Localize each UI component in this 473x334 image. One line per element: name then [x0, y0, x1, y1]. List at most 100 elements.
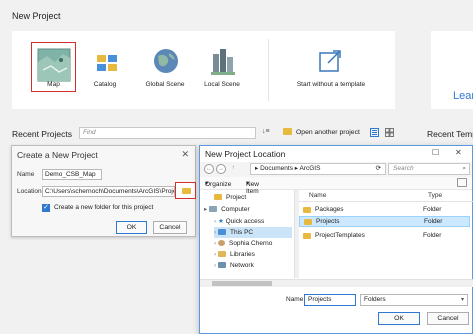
open-another-project-button[interactable]: Open another project — [283, 128, 360, 136]
tree-label: Computer — [221, 206, 250, 213]
template-label: Start without a template — [296, 81, 366, 88]
create-folder-checkbox[interactable]: ✓ — [42, 204, 50, 212]
template-label: Local Scene — [204, 81, 240, 88]
tree-item-network[interactable]: › Network — [214, 260, 254, 271]
refresh-icon[interactable]: ⟳ — [376, 164, 381, 174]
maximize-icon[interactable]: ☐ — [432, 148, 439, 157]
tree-item-user[interactable]: › Sophia Cherno — [214, 238, 272, 249]
list-item[interactable]: Packages Folder — [299, 204, 470, 215]
organize-label: Organize — [205, 181, 232, 188]
tree-item-computer[interactable]: ▸ Computer — [204, 204, 250, 215]
view-options-icon[interactable] — [457, 178, 467, 187]
project-icon — [214, 194, 222, 200]
item-name: Projects — [316, 218, 340, 225]
grid-view-icon[interactable] — [385, 128, 394, 137]
forward-icon[interactable]: → — [216, 164, 226, 174]
tree-label: Libraries — [229, 251, 255, 258]
tree-label: Network — [229, 262, 254, 269]
cancel-button[interactable]: Cancel — [153, 221, 187, 234]
search-icon: ⌕ — [462, 165, 466, 172]
template-label: Global Scene — [145, 81, 185, 88]
folder-icon — [303, 233, 311, 239]
tree-label: Project — [226, 194, 247, 201]
folder-icon — [303, 207, 311, 213]
sort-icon[interactable]: ↓≡ — [262, 128, 270, 135]
toolbar: Organize ▾ New Item ▾ — [200, 177, 472, 195]
project-name-input[interactable]: Demo_CSB_Map — [42, 169, 102, 180]
item-name: ProjectTemplates — [315, 232, 365, 239]
tree-item-this-pc[interactable]: › This PC — [214, 227, 292, 238]
learn-label: Lear — [453, 90, 473, 102]
new-item-menu[interactable]: New Item ▾ — [246, 179, 259, 195]
location-label: Location — [17, 188, 42, 195]
horizontal-scrollbar[interactable] — [200, 279, 473, 287]
library-icon — [217, 251, 226, 257]
create-folder-label: Create a new folder for this project — [54, 204, 154, 211]
ok-button[interactable]: OK — [378, 312, 420, 325]
back-icon[interactable]: ← — [204, 164, 214, 174]
local-scene-template-icon — [211, 49, 235, 75]
tree-item-libraries[interactable]: › Libraries — [214, 249, 255, 260]
breadcrumb-item[interactable]: Documents — [260, 165, 293, 172]
type-dropdown[interactable]: Folders ▾ — [360, 294, 468, 306]
column-type[interactable]: Type — [428, 192, 442, 199]
recent-projects-title: Recent Projects — [12, 129, 72, 139]
column-name[interactable]: Name — [309, 192, 326, 199]
tree-item-project[interactable]: Project — [214, 192, 246, 203]
folder-name-input[interactable]: Projects — [304, 294, 356, 306]
folder-tree: Project ▸ Computer › ★ Quick access › Th… — [200, 190, 294, 278]
template-label: Catalog — [93, 81, 117, 88]
search-placeholder: Search — [393, 165, 414, 172]
template-gallery: Map Catalog Global Scene Local Scene Sta… — [12, 31, 395, 109]
list-item[interactable]: Projects Folder — [299, 216, 470, 227]
recent-templates-title: Recent Temp — [427, 129, 473, 139]
tree-item-quick-access[interactable]: › ★ Quick access — [214, 216, 264, 227]
dialog-title: New Project Location — [205, 149, 286, 159]
catalog-template-icon — [97, 55, 117, 71]
location-input[interactable]: C:\Users\schernoch\Documents\ArcGIS\Proj… — [42, 186, 175, 197]
organize-menu[interactable]: Organize ▾ — [205, 179, 231, 188]
list-header: Name Type — [299, 190, 473, 202]
navigation-bar: ← → ↑ ▸ Documents ▸ ArcGIS ⟳ Search ⌕ — [200, 162, 472, 177]
template-label: Map — [47, 81, 60, 88]
open-another-label: Open another project — [296, 129, 360, 136]
type-value: Folders — [364, 296, 386, 303]
map-template-icon — [37, 48, 71, 82]
star-icon: ★ — [217, 218, 226, 225]
chevron-down-icon: ▾ — [460, 297, 464, 303]
create-project-dialog: Create a New Project ✕ Name Demo_CSB_Map… — [11, 145, 196, 237]
project-location-dialog: New Project Location ☐ ✕ ← → ↑ ▸ Documen… — [199, 145, 473, 334]
start-without-template-icon — [319, 50, 341, 72]
browse-folder-button[interactable] — [175, 182, 196, 199]
item-type: Folder — [424, 218, 443, 225]
search-input[interactable]: Search ⌕ — [388, 163, 470, 175]
tree-label: Quick access — [225, 218, 265, 225]
breadcrumb[interactable]: ▸ Documents ▸ ArcGIS ⟳ — [250, 163, 386, 175]
breadcrumb-item[interactable]: ArcGIS — [299, 165, 320, 172]
up-icon[interactable]: ↑ — [228, 164, 238, 174]
dialog-title: Create a New Project — [17, 150, 98, 160]
folder-icon — [283, 128, 292, 135]
user-icon — [217, 240, 225, 246]
item-name: Packages — [315, 206, 344, 213]
folder-icon — [182, 188, 191, 194]
network-icon — [217, 262, 226, 268]
globe-template-icon — [154, 49, 178, 73]
learn-card[interactable]: Lear — [431, 31, 473, 109]
tree-label: This PC — [229, 229, 254, 236]
scroll-thumb[interactable] — [212, 281, 272, 286]
close-icon[interactable]: ✕ — [455, 148, 462, 157]
list-item[interactable]: ProjectTemplates Folder — [299, 230, 470, 241]
find-input[interactable]: Find — [79, 127, 256, 139]
ok-button[interactable]: OK — [116, 221, 147, 234]
cancel-button[interactable]: Cancel — [427, 312, 469, 325]
close-icon[interactable]: ✕ — [181, 149, 189, 160]
page-title: New Project — [12, 11, 61, 21]
folder-icon — [304, 219, 312, 225]
computer-icon — [209, 206, 218, 212]
list-view-icon[interactable] — [370, 128, 379, 137]
item-type: Folder — [423, 206, 442, 213]
pc-icon — [217, 229, 226, 235]
name-label: Name — [17, 171, 35, 178]
item-type: Folder — [423, 232, 442, 239]
